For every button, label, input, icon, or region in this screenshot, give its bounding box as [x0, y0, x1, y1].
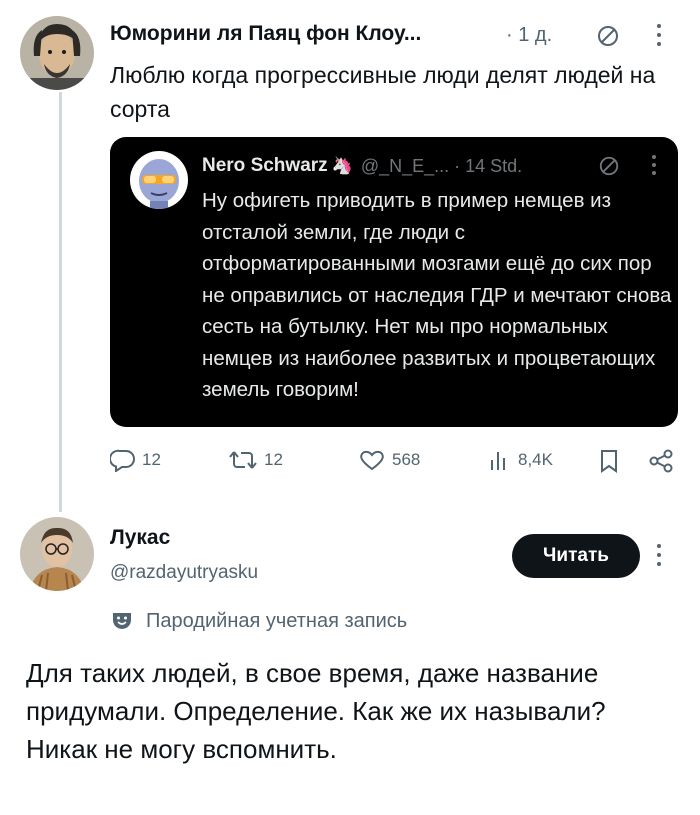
tweet-action-bar: 12 12 568 8,4K [110, 446, 680, 476]
no-entry-icon[interactable] [596, 24, 620, 53]
reply-author-handle[interactable]: @razdayutryasku [110, 562, 258, 584]
retweet-count: 12 [264, 450, 283, 469]
quoted-author-handle[interactable]: @_N_E_... · 14 Std. [361, 156, 522, 177]
bookmark-icon [601, 450, 617, 473]
quoted-author-name[interactable]: Nero Schwarz [202, 155, 328, 177]
author-name[interactable]: Юморини ля Паяц фон Клоу... [110, 22, 421, 46]
analytics-icon [491, 452, 505, 470]
quoted-tweet-text: Ну офигеть приводить в пример немцев из … [202, 189, 672, 401]
parody-label-text: Пародийная учетная запись [146, 609, 408, 632]
like-count: 568 [392, 450, 421, 469]
reply-button[interactable]: 12 [110, 448, 161, 472]
retweet-button[interactable]: 12 [228, 448, 283, 472]
author-avatar[interactable] [20, 16, 94, 90]
more-options-icon[interactable] [650, 153, 658, 182]
tweet-header: Юморини ля Паяц фон Клоу... [110, 22, 421, 46]
retweet-icon [229, 451, 257, 469]
reply-icon [110, 449, 135, 472]
quoted-tweet-header: Nero Schwarz 🦄 @_N_E_... · 14 Std. [202, 155, 522, 177]
reply-author-name[interactable]: Лукас [110, 526, 170, 550]
quoted-author-avatar[interactable] [130, 151, 188, 209]
like-button[interactable]: 568 [358, 448, 420, 472]
follow-button[interactable]: Читать [512, 534, 640, 578]
tweet-text: Люблю когда прогрессивные люди делят люд… [110, 62, 656, 122]
unicorn-emoji: 🦄 [331, 156, 353, 175]
heart-icon [360, 450, 384, 471]
quoted-tweet[interactable]: Nero Schwarz 🦄 @_N_E_... · 14 Std. Ну оф… [110, 137, 678, 427]
share-icon [649, 449, 673, 473]
more-options-icon[interactable] [655, 22, 663, 53]
reply-count: 12 [142, 450, 161, 469]
more-options-icon[interactable] [655, 542, 663, 573]
view-count: 8,4K [518, 450, 553, 469]
bookmark-button[interactable] [598, 448, 626, 474]
views-button[interactable]: 8,4K [488, 448, 553, 472]
parody-account-label: Пародийная учетная запись [110, 609, 407, 633]
thread-connector-line [59, 92, 62, 512]
reply-text: Для таких людей, в свое время, даже назв… [26, 658, 606, 764]
share-button[interactable] [648, 448, 680, 474]
reply-author-avatar[interactable] [20, 517, 94, 591]
no-entry-icon[interactable] [598, 155, 620, 182]
tweet-time[interactable]: · 1 д. [506, 24, 552, 47]
theater-mask-icon [113, 613, 131, 629]
